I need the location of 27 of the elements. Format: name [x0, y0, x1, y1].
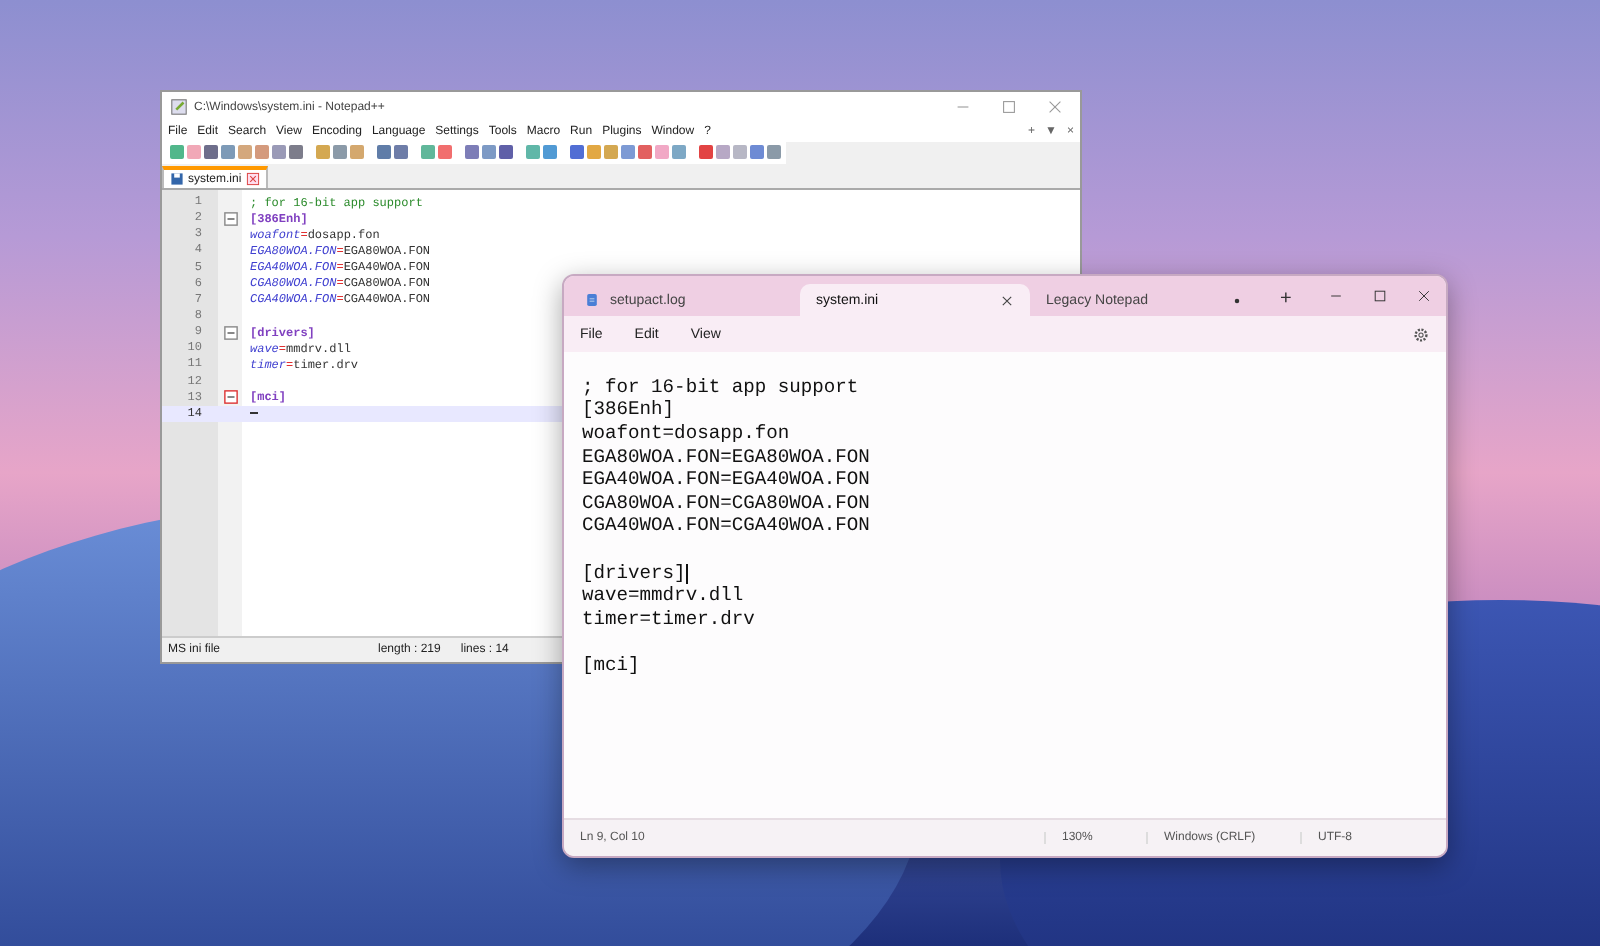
text-line: [mci] [582, 655, 642, 676]
close-tab-icon[interactable] [1000, 293, 1014, 307]
maximize-icon[interactable] [1000, 98, 1018, 116]
fold-toggle-icon[interactable] [223, 325, 237, 340]
text-line: EGA40WOA.FON=EGA40WOA.FON [582, 470, 872, 491]
text-line: CGA40WOA.FON=CGA40WOA.FON [582, 516, 872, 537]
text-line: EGA80WOA.FON=EGA80WOA.FON [582, 447, 872, 468]
text-line: [386Enh] [582, 400, 677, 421]
toolbar-icons-drawing[interactable] [162, 142, 786, 164]
text-line: woafont=dosapp.fon [582, 423, 792, 444]
save-icon [170, 172, 184, 186]
maximize-icon[interactable] [1372, 288, 1388, 304]
text-cursor [250, 412, 258, 415]
fold-toggle-icon[interactable] [223, 390, 237, 405]
document-icon [586, 292, 598, 308]
new-tab-button[interactable]: + [1260, 288, 1312, 316]
text-line: wave=mmdrv.dll [582, 586, 746, 607]
notepad-app-icon [170, 98, 188, 116]
unsaved-dot-icon [1230, 293, 1244, 307]
settings-icon[interactable] [1412, 325, 1430, 343]
text-line: ; for 16-bit app support [582, 377, 861, 398]
close-icon[interactable] [1416, 288, 1432, 304]
text-line: CGA80WOA.FON=CGA80WOA.FON [582, 493, 872, 514]
fold-toggle-icon[interactable] [223, 211, 237, 226]
text-line: timer=timer.drv [582, 609, 757, 630]
close-icon[interactable] [245, 172, 260, 186]
text-line: [drivers] [582, 563, 688, 584]
